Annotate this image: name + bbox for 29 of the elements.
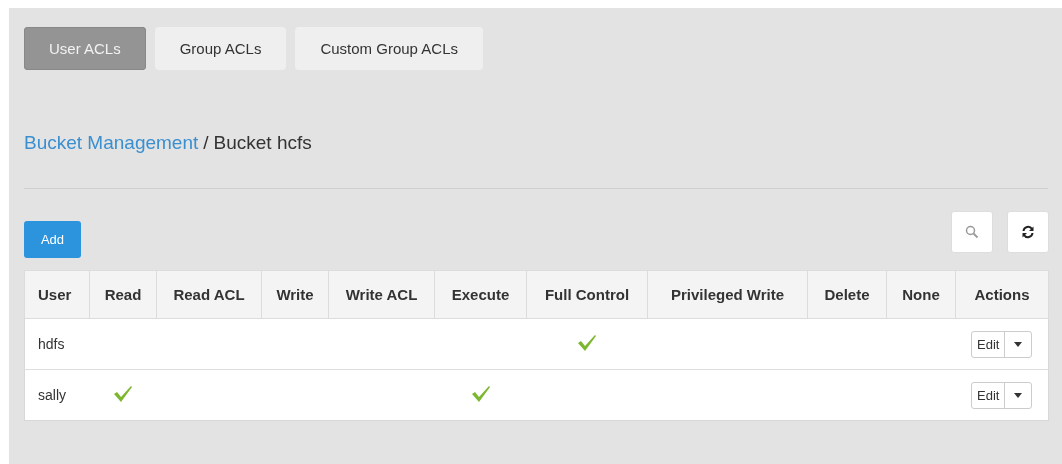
refresh-icon (1021, 225, 1035, 239)
tab[interactable]: Group ACLs (154, 27, 287, 70)
column-header: Privileged Write (647, 270, 808, 319)
user-cell: sally (24, 369, 90, 421)
checkmark-icon (470, 384, 491, 403)
column-header: Read ACL (156, 270, 262, 319)
checkmark-icon (113, 384, 133, 403)
edit-button[interactable]: Edit (972, 331, 1006, 357)
search-icon (965, 225, 979, 239)
checkmark-icon (577, 333, 597, 352)
column-header: Read (89, 270, 157, 319)
column-header: Write ACL (328, 270, 435, 319)
column-header: Execute (434, 270, 527, 319)
user-cell: hdfs (24, 318, 90, 370)
edit-button[interactable]: Edit (972, 382, 1006, 408)
edit-split-button[interactable]: Edit (971, 381, 1033, 409)
column-header: Delete (807, 270, 887, 319)
column-header: Full Control (526, 270, 648, 319)
caret-icon (1014, 392, 1023, 398)
column-header: User (24, 270, 90, 319)
column-header: Actions (955, 270, 1049, 319)
caret-icon (1014, 341, 1023, 347)
breadcrumb-current: Bucket hcfs (213, 132, 312, 154)
column-header: None (886, 270, 956, 319)
breadcrumb-separator: / (203, 132, 209, 154)
tab[interactable]: Custom Group ACLs (295, 27, 483, 70)
column-header: Write (261, 270, 329, 319)
edit-split-button[interactable]: Edit (971, 330, 1033, 358)
refresh-button[interactable] (1007, 211, 1049, 253)
